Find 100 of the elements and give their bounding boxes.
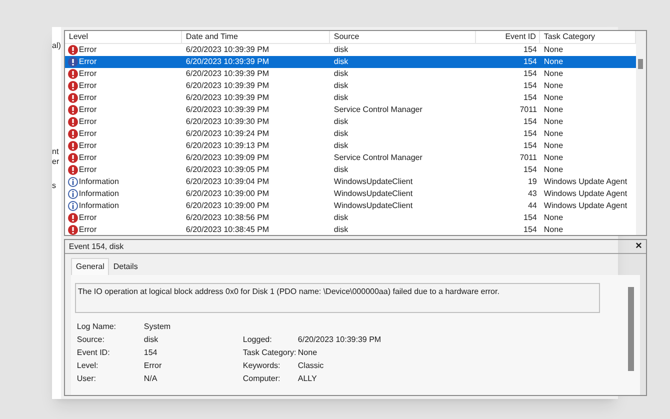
event-row[interactable]: Information 6/20/2023 10:39:00 PM WindowsUpdateClient 43 Windows Update Agent bbox=[64, 188, 636, 200]
event-id-cell-text: 19 bbox=[526, 176, 538, 188]
level-text: Error bbox=[78, 104, 97, 116]
event-row[interactable]: Error 6/20/2023 10:39:05 PM disk 154 None bbox=[64, 164, 636, 176]
source-cell-text: disk bbox=[332, 140, 350, 152]
level-text: Error bbox=[78, 80, 97, 92]
field-label: Level: bbox=[76, 360, 100, 372]
field-value: Classic bbox=[298, 360, 325, 372]
event-row[interactable]: Error 6/20/2023 10:39:24 PM disk 154 None bbox=[64, 128, 636, 140]
error-icon bbox=[68, 129, 78, 139]
level-text: Error bbox=[78, 212, 97, 224]
source-cell-text: Service Control Manager bbox=[332, 152, 424, 164]
field-label: User: bbox=[76, 373, 98, 385]
event-id-cell-text: 154 bbox=[522, 80, 538, 92]
date-cell-text: 6/20/2023 10:39:39 PM bbox=[184, 44, 270, 56]
column-header[interactable]: Event ID bbox=[476, 31, 540, 43]
category-cell-text: None bbox=[542, 68, 564, 80]
error-icon bbox=[68, 105, 78, 115]
date-cell-text: 6/20/2023 10:38:45 PM bbox=[184, 224, 270, 236]
category-cell-text: Windows Update Agent bbox=[542, 188, 628, 200]
event-row[interactable]: Error 6/20/2023 10:39:09 PM Service Control Manager 7011 None bbox=[64, 152, 636, 164]
column-header[interactable]: Date and Time bbox=[182, 31, 330, 43]
category-cell-text: None bbox=[542, 224, 564, 236]
category-cell-text: Windows Update Agent bbox=[542, 200, 628, 212]
field-label: Computer: bbox=[242, 373, 282, 385]
event-id-cell-text: 154 bbox=[522, 44, 538, 56]
scrollbar[interactable] bbox=[628, 287, 634, 371]
date-cell-text: 6/20/2023 10:39:00 PM bbox=[184, 188, 270, 200]
date-cell-text: 6/20/2023 10:39:39 PM bbox=[184, 80, 270, 92]
category-cell-text: None bbox=[542, 152, 564, 164]
category-cell-text: None bbox=[542, 80, 564, 92]
field-label: Logged: bbox=[242, 334, 273, 346]
level-text: Information bbox=[78, 188, 119, 200]
source-cell-text: disk bbox=[332, 128, 350, 140]
column-header[interactable]: Source bbox=[330, 31, 476, 43]
date-cell-text: 6/20/2023 10:39:04 PM bbox=[184, 176, 270, 188]
error-icon bbox=[68, 45, 78, 55]
tab[interactable]: Details bbox=[109, 258, 142, 275]
source-cell-text: disk bbox=[332, 80, 350, 92]
event-row[interactable]: Error 6/20/2023 10:39:39 PM disk 154 None bbox=[64, 56, 636, 68]
sidebar-label: er bbox=[52, 157, 60, 167]
date-cell-text: 6/20/2023 10:39:39 PM bbox=[184, 68, 270, 80]
event-id-cell-text: 7011 bbox=[518, 104, 538, 116]
event-row[interactable]: Error 6/20/2023 10:39:39 PM Service Control Manager 7011 None bbox=[64, 104, 636, 116]
source-cell-text: WindowsUpdateClient bbox=[332, 188, 414, 200]
category-cell-text: None bbox=[542, 128, 564, 140]
level-text: Error bbox=[78, 140, 97, 152]
event-row[interactable]: Information 6/20/2023 10:39:00 PM WindowsUpdateClient 44 Windows Update Agent bbox=[64, 200, 636, 212]
scrollbar[interactable] bbox=[636, 31, 646, 235]
error-icon bbox=[68, 57, 78, 67]
date-cell-text: 6/20/2023 10:39:30 PM bbox=[184, 116, 270, 128]
field-value: ALLY bbox=[298, 373, 318, 385]
event-row[interactable]: Information 6/20/2023 10:39:04 PM WindowsUpdateClient 19 Windows Update Agent bbox=[64, 176, 636, 188]
sidebar-label: s bbox=[52, 181, 57, 191]
error-icon bbox=[68, 141, 78, 151]
source-cell-text: disk bbox=[332, 44, 350, 56]
category-cell-text: None bbox=[542, 140, 564, 152]
date-cell-text: 6/20/2023 10:39:39 PM bbox=[184, 104, 270, 116]
event-row[interactable]: Error 6/20/2023 10:39:39 PM disk 154 None bbox=[64, 68, 636, 80]
category-cell-text: None bbox=[542, 116, 564, 128]
source-cell-text: disk bbox=[332, 56, 350, 68]
event-row[interactable]: Error 6/20/2023 10:39:30 PM disk 154 None bbox=[64, 116, 636, 128]
level-text: Error bbox=[78, 164, 97, 176]
event-row[interactable]: Error 6/20/2023 10:39:39 PM disk 154 None bbox=[64, 44, 636, 56]
event-id-cell-text: 154 bbox=[522, 68, 538, 80]
source-cell-text: WindowsUpdateClient bbox=[332, 200, 414, 212]
field-value: System bbox=[144, 321, 172, 333]
field-label: Task Category: bbox=[242, 347, 298, 359]
column-header[interactable]: Level bbox=[64, 31, 182, 43]
close-button[interactable]: × bbox=[635, 241, 642, 252]
date-cell-text: 6/20/2023 10:39:00 PM bbox=[184, 200, 270, 212]
level-text: Error bbox=[78, 56, 97, 68]
date-cell-text: 6/20/2023 10:39:39 PM bbox=[184, 56, 270, 68]
event-row[interactable]: Error 6/20/2023 10:38:45 PM disk 154 None bbox=[64, 224, 636, 236]
error-icon bbox=[68, 117, 78, 127]
source-cell-text: disk bbox=[332, 164, 350, 176]
level-text: Information bbox=[78, 176, 119, 188]
field-value: 6/20/2023 10:39:39 PM bbox=[298, 334, 382, 346]
event-id-cell-text: 154 bbox=[522, 128, 538, 140]
level-text: Error bbox=[78, 68, 97, 80]
event-row[interactable]: Error 6/20/2023 10:39:39 PM disk 154 None bbox=[64, 80, 636, 92]
event-id-cell-text: 7011 bbox=[518, 152, 538, 164]
event-row[interactable]: Error 6/20/2023 10:39:13 PM disk 154 None bbox=[64, 140, 636, 152]
event-row[interactable]: Error 6/20/2023 10:38:56 PM disk 154 None bbox=[64, 212, 636, 224]
tab[interactable]: General bbox=[70, 258, 110, 275]
field-label: Source: bbox=[76, 334, 106, 346]
date-cell-text: 6/20/2023 10:39:05 PM bbox=[184, 164, 270, 176]
event-id-cell-text: 44 bbox=[526, 200, 538, 212]
category-cell-text: None bbox=[542, 212, 564, 224]
event-row[interactable]: Error 6/20/2023 10:39:39 PM disk 154 None bbox=[64, 92, 636, 104]
error-icon bbox=[68, 93, 78, 103]
error-icon bbox=[68, 213, 78, 223]
info-icon bbox=[68, 177, 78, 187]
error-icon bbox=[68, 165, 78, 175]
info-icon bbox=[68, 189, 78, 199]
error-icon bbox=[68, 69, 78, 79]
field-value: Error bbox=[144, 360, 163, 372]
event-id-cell-text: 154 bbox=[522, 116, 538, 128]
field-value: disk bbox=[144, 334, 160, 346]
event-id-cell-text: 154 bbox=[522, 140, 538, 152]
